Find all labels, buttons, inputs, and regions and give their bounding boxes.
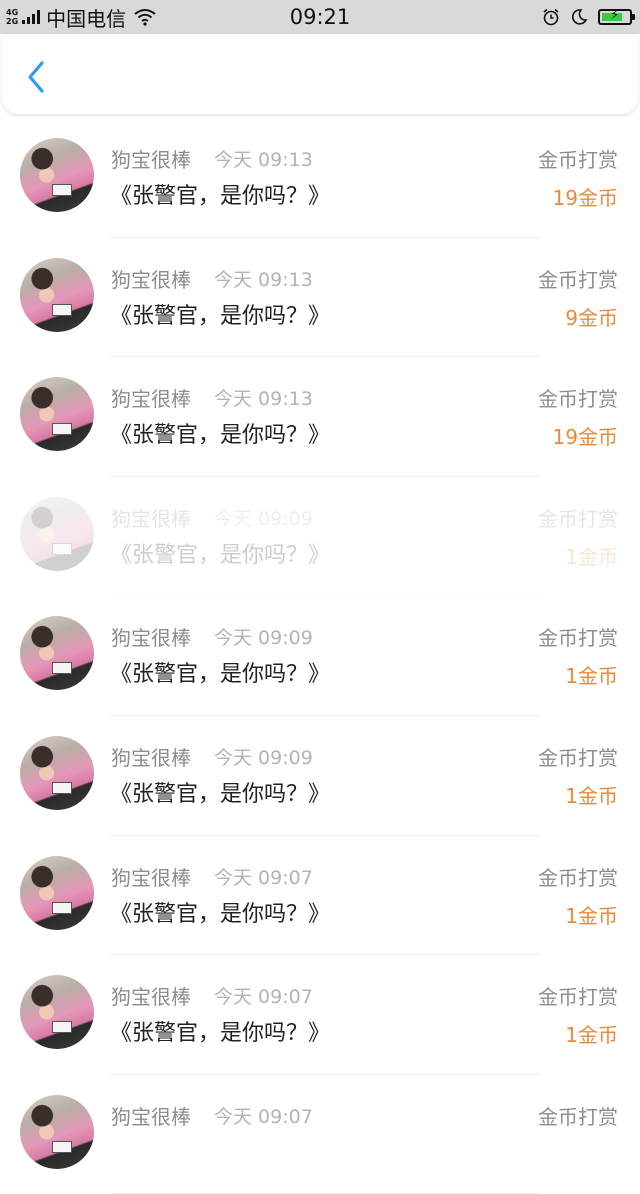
list-item[interactable]: 狗宝很棒 今天 09:07 《张警官，是你吗？》 金币打赏 1金币 [0, 836, 640, 956]
avatar[interactable] [20, 138, 94, 212]
reward-amount: 19金币 [552, 186, 618, 210]
avatar[interactable] [20, 735, 94, 810]
username: 狗宝很棒 [111, 506, 191, 531]
list-item[interactable]: 狗宝很棒 今天 09:07 《张警官，是你吗？》 金币打赏 1金币 [0, 955, 640, 1075]
reward-list: 狗宝很棒 今天 09:13 《张警官，是你吗？》 金币打赏 19金币 狗宝很棒 今天 09:… [0, 118, 640, 1194]
list-item[interactable]: 狗宝很棒 今天 09:13 《张警官，是你吗？》 金币打赏 19金币 [0, 357, 640, 477]
timestamp: 今天 09:07 [214, 986, 313, 1009]
reward-type: 金币打赏 [538, 148, 618, 172]
reward-type: 金币打赏 [538, 267, 618, 292]
avatar[interactable] [20, 496, 94, 571]
list-item[interactable]: 狗宝很棒 今天 09:09 《张警官，是你吗？》 金币打赏 1金币 [0, 596, 640, 716]
username: 狗宝很棒 [111, 148, 191, 172]
book-title: 《张警官，是你吗？》 [110, 542, 331, 568]
chevron-left-icon[interactable] [22, 60, 52, 94]
moon-icon [571, 9, 588, 25]
list-item[interactable]: 狗宝很棒 今天 09:13 《张警官，是你吗？》 金币打赏 9金币 [0, 238, 640, 358]
bolt-icon: ⚡ [610, 8, 620, 23]
list-item[interactable]: 狗宝很棒 今天 09:09 《张警官，是你吗？》 金币打赏 1金币 [0, 716, 640, 836]
reward-amount: 1金币 [565, 1023, 618, 1048]
username: 狗宝很棒 [111, 865, 191, 890]
timestamp: 今天 09:13 [214, 149, 313, 171]
avatar[interactable] [20, 377, 94, 452]
timestamp: 今天 09:09 [214, 627, 313, 650]
username: 狗宝很棒 [111, 267, 191, 292]
status-bar: 4G 2G 中国电信 09:21 ⚡ [0, 0, 640, 34]
reward-type: 金币打赏 [538, 387, 618, 412]
timestamp: 今天 09:09 [214, 746, 313, 769]
timestamp: 今天 09:07 [214, 866, 313, 889]
list-item[interactable]: 狗宝很棒 今天 09:09 《张警官，是你吗？》 金币打赏 1金币 [0, 477, 640, 597]
reward-amount: 9金币 [565, 305, 618, 330]
list-item[interactable]: 狗宝很棒 今天 09:13 《张警官，是你吗？》 金币打赏 19金币 [0, 118, 640, 238]
nav-bar [2, 34, 638, 114]
reward-type: 金币打赏 [538, 985, 618, 1010]
reward-amount: 1金币 [565, 903, 618, 928]
avatar[interactable] [20, 855, 94, 930]
avatar[interactable] [20, 616, 94, 691]
username: 狗宝很棒 [111, 1104, 191, 1129]
reward-amount: 1金币 [565, 544, 618, 569]
alarm-icon [543, 8, 559, 26]
book-title: 《张警官，是你吗？》 [110, 1021, 331, 1047]
reward-amount: 19金币 [552, 425, 618, 450]
username: 狗宝很棒 [111, 626, 191, 651]
username: 狗宝很棒 [111, 985, 191, 1010]
book-title: 《张警官，是你吗？》 [110, 901, 331, 927]
reward-type: 金币打赏 [538, 1104, 618, 1129]
reward-type: 金币打赏 [538, 865, 618, 890]
book-title: 《张警官，是你吗？》 [110, 303, 331, 329]
battery-charging-icon: ⚡ [598, 8, 635, 25]
reward-type: 金币打赏 [538, 506, 618, 531]
timestamp: 今天 09:13 [214, 268, 313, 291]
reward-type: 金币打赏 [538, 745, 618, 770]
book-title: 《张警官，是你吗？》 [110, 662, 331, 688]
status-right: ⚡ [542, 4, 635, 30]
avatar[interactable] [20, 1094, 94, 1169]
timestamp: 今天 09:09 [214, 507, 313, 530]
username: 狗宝很棒 [111, 387, 191, 412]
book-title: 《张警官，是你吗？》 [110, 781, 331, 807]
avatar[interactable] [20, 975, 94, 1050]
reward-amount: 1金币 [565, 664, 618, 689]
reward-type: 金币打赏 [538, 626, 618, 651]
book-title: 《张警官，是你吗？》 [110, 184, 331, 209]
timestamp: 今天 09:07 [214, 1105, 313, 1128]
book-title: 《张警官，是你吗？》 [110, 423, 331, 449]
username: 狗宝很棒 [111, 745, 191, 770]
list-item[interactable]: 狗宝很棒 今天 09:07 金币打赏 [0, 1075, 640, 1194]
reward-amount: 1金币 [565, 783, 618, 808]
avatar[interactable] [20, 257, 94, 332]
timestamp: 今天 09:13 [214, 388, 313, 411]
